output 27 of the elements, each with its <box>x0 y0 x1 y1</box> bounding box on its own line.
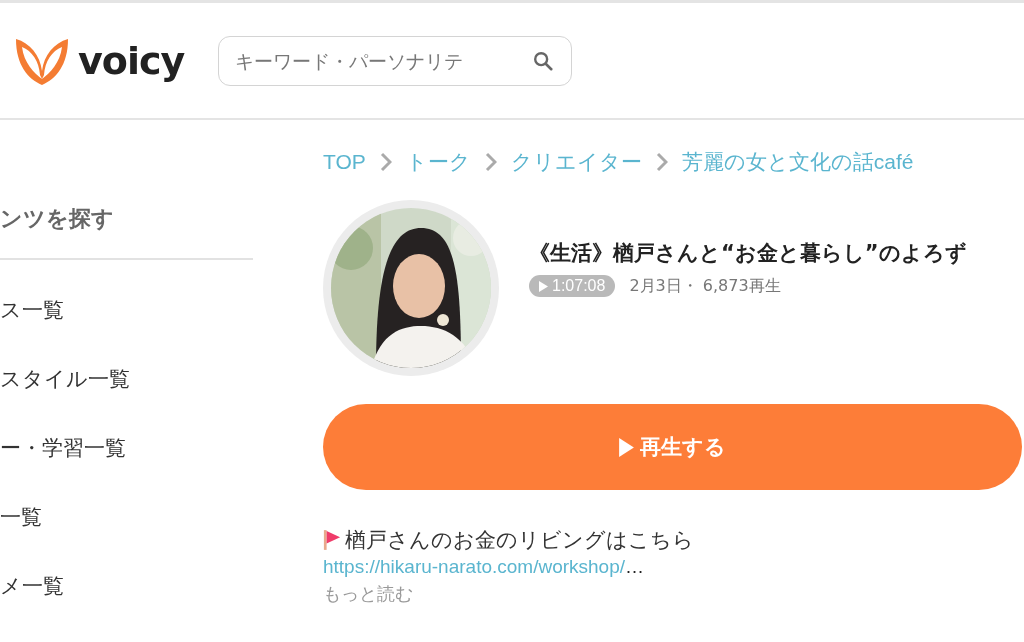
breadcrumb-link[interactable]: トーク <box>405 148 471 176</box>
flag-icon <box>323 529 341 551</box>
play-button[interactable]: 再生する <box>323 404 1022 490</box>
chevron-icon <box>379 152 392 172</box>
breadcrumb-link[interactable]: TOP <box>323 150 366 174</box>
logo-text[interactable]: voicy <box>78 38 185 83</box>
sidebar-item[interactable]: 一覧 <box>0 503 42 532</box>
chevron-icon <box>655 152 668 172</box>
search-icon[interactable] <box>532 49 555 72</box>
duration-badge: 1:07:08 <box>529 275 616 297</box>
description-link[interactable]: https://hikaru-narato.com/workshop/ <box>323 556 626 577</box>
episode-meta: 2月3日・ 6,873再生 <box>629 275 781 297</box>
play-icon <box>619 437 634 457</box>
chevron-icon <box>484 152 497 172</box>
breadcrumb-link[interactable]: クリエイター <box>510 148 642 176</box>
sidebar-item[interactable]: メ一覧 <box>0 572 64 601</box>
sidebar-heading: ンツを探す <box>0 204 253 260</box>
ellipsis-text: … <box>625 556 645 577</box>
breadcrumb-link[interactable]: 芳麗の女と文化の話café <box>681 148 914 176</box>
sidebar-item[interactable]: ー・学習一覧 <box>0 434 126 463</box>
description-text: 楢戸さんのお金のリビングはこちら <box>345 527 694 554</box>
episode-title: 《生活》楢戸さんと“お金と暮らし”のよろず <box>529 240 967 267</box>
search-field[interactable]: キーワード・パーソナリテ <box>218 35 573 86</box>
play-icon <box>539 280 548 292</box>
sidebar-item[interactable]: ス一覧 <box>0 296 64 325</box>
sidebar-item[interactable]: スタイル一覧 <box>0 365 130 394</box>
read-more-link[interactable]: もっと読む <box>323 582 413 606</box>
